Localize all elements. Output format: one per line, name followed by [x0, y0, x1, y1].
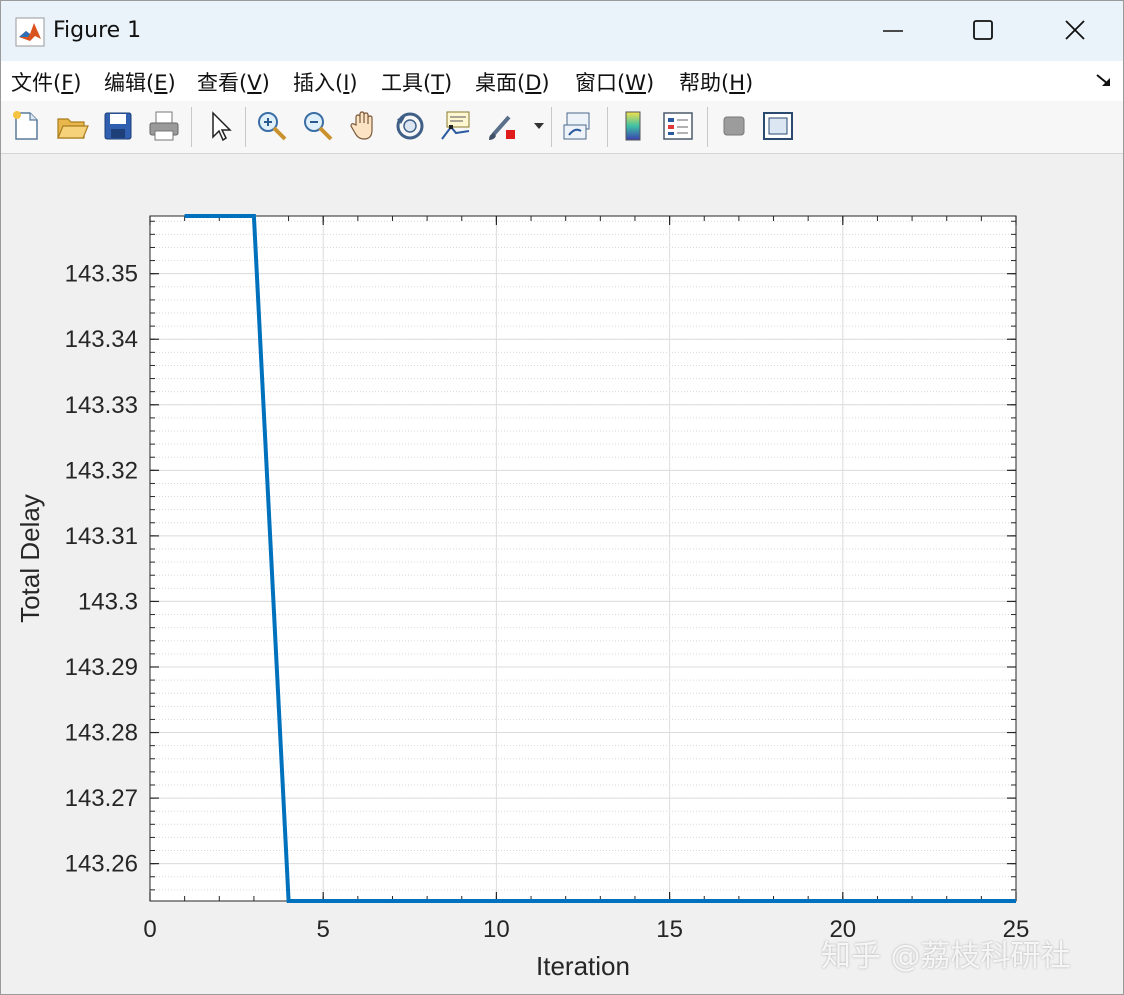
print-button[interactable] — [147, 109, 181, 143]
brush-button[interactable] — [485, 109, 519, 143]
toolbar-separator — [245, 107, 246, 147]
y-tick-label: 143.31 — [65, 523, 138, 550]
show-plot-tools-button[interactable] — [761, 109, 795, 143]
toolbar-separator — [551, 107, 552, 147]
figure-toolbar — [1, 101, 1123, 154]
legend-button[interactable] — [661, 109, 695, 143]
y-tick-label: 143.33 — [65, 392, 138, 419]
menu-bar: 文件(F) 编辑(E) 查看(V) 插入(I) 工具(T) 桌面(D) 窗口(W… — [1, 61, 1123, 101]
zoom-out-button[interactable] — [301, 109, 335, 143]
title-bar[interactable]: Figure 1 — [1, 1, 1123, 61]
zoom-out-icon — [304, 112, 333, 141]
y-tick-label: 143.3 — [78, 588, 138, 615]
menu-view[interactable]: 查看(V) — [197, 67, 270, 97]
legend-icon — [663, 112, 693, 140]
x-tick-label: 15 — [656, 916, 683, 943]
menu-desktop[interactable]: 桌面(D) — [475, 67, 550, 97]
y-axis-label: Total Delay — [15, 494, 45, 623]
window-title: Figure 1 — [53, 18, 142, 43]
y-tick-label: 143.34 — [65, 326, 138, 353]
minimize-icon — [883, 30, 903, 32]
link-plot-icon — [563, 112, 590, 140]
colorbar-button[interactable] — [617, 109, 651, 143]
brush-dropdown-icon[interactable] — [533, 121, 545, 131]
y-tick-label: 143.35 — [65, 261, 138, 288]
show-plot-tools-icon — [763, 112, 793, 140]
maximize-icon — [973, 20, 993, 40]
link-plot-button[interactable] — [561, 109, 595, 143]
menu-window[interactable]: 窗口(W) — [575, 67, 654, 97]
line-chart[interactable]: 0 5 10 15 20 25 143.26143.27143.28143.29143.3… — [1, 154, 1123, 994]
menu-edit[interactable]: 编辑(E) — [104, 67, 176, 97]
zoom-in-button[interactable] — [255, 109, 289, 143]
data-cursor-icon — [441, 111, 470, 140]
y-tick-label: 143.27 — [65, 785, 138, 812]
y-tick-label: 143.32 — [65, 457, 138, 484]
watermark: 知乎 @荔枝科研社 — [821, 939, 1071, 974]
open-button[interactable] — [55, 109, 89, 143]
toolbar-separator — [607, 107, 608, 147]
x-tick-label: 0 — [143, 916, 156, 943]
data-cursor-button[interactable] — [439, 109, 473, 143]
toolbar-separator — [707, 107, 708, 147]
rotate-3d-button[interactable] — [393, 109, 427, 143]
colorbar-icon — [625, 111, 641, 141]
zoom-in-icon — [258, 112, 287, 141]
hide-plot-tools-button[interactable] — [717, 109, 751, 143]
menu-insert[interactable]: 插入(I) — [293, 67, 358, 97]
menu-help[interactable]: 帮助(H) — [679, 67, 753, 97]
new-figure-button[interactable] — [9, 109, 43, 143]
y-tick-labels: 143.26 143.27 143.28 143.29 143.3 143.31 143.3… — [65, 261, 138, 878]
plot-area: 0 5 10 15 20 25 143.26 143.27 143.28 143.29 143.3… — [1, 154, 1123, 994]
pan-icon — [350, 111, 373, 140]
x-tick-label: 5 — [317, 916, 330, 943]
toolbar-separator — [191, 107, 192, 147]
hide-plot-tools-icon — [723, 116, 745, 136]
brush-icon — [489, 115, 515, 140]
new-figure-icon — [13, 111, 38, 140]
save-icon — [104, 112, 132, 140]
figure-window: Figure 1 文件(F) 编辑(E) 查看(V) 插入(I) 工具(T) 桌… — [0, 0, 1124, 995]
dock-arrow-icon[interactable] — [1093, 69, 1115, 91]
matlab-logo-icon — [15, 17, 45, 47]
maximize-button[interactable] — [963, 13, 1003, 49]
menu-file[interactable]: 文件(F) — [11, 67, 82, 97]
save-button[interactable] — [101, 109, 135, 143]
print-icon — [149, 111, 179, 141]
y-tick-label: 143.28 — [65, 720, 138, 747]
minimize-button[interactable] — [873, 13, 913, 49]
y-tick-label: 143.26 — [65, 851, 138, 878]
pointer-icon — [212, 111, 232, 142]
pan-button[interactable] — [347, 109, 381, 143]
close-button[interactable] — [1055, 13, 1095, 49]
y-tick-label: 143.29 — [65, 654, 138, 681]
rotate-3d-icon — [396, 112, 424, 140]
close-icon — [1065, 20, 1085, 40]
pointer-button[interactable] — [203, 109, 237, 143]
x-axis-label: Iteration — [536, 951, 630, 981]
x-tick-label: 10 — [483, 916, 510, 943]
menu-tools[interactable]: 工具(T) — [381, 67, 452, 97]
open-icon — [57, 118, 89, 139]
